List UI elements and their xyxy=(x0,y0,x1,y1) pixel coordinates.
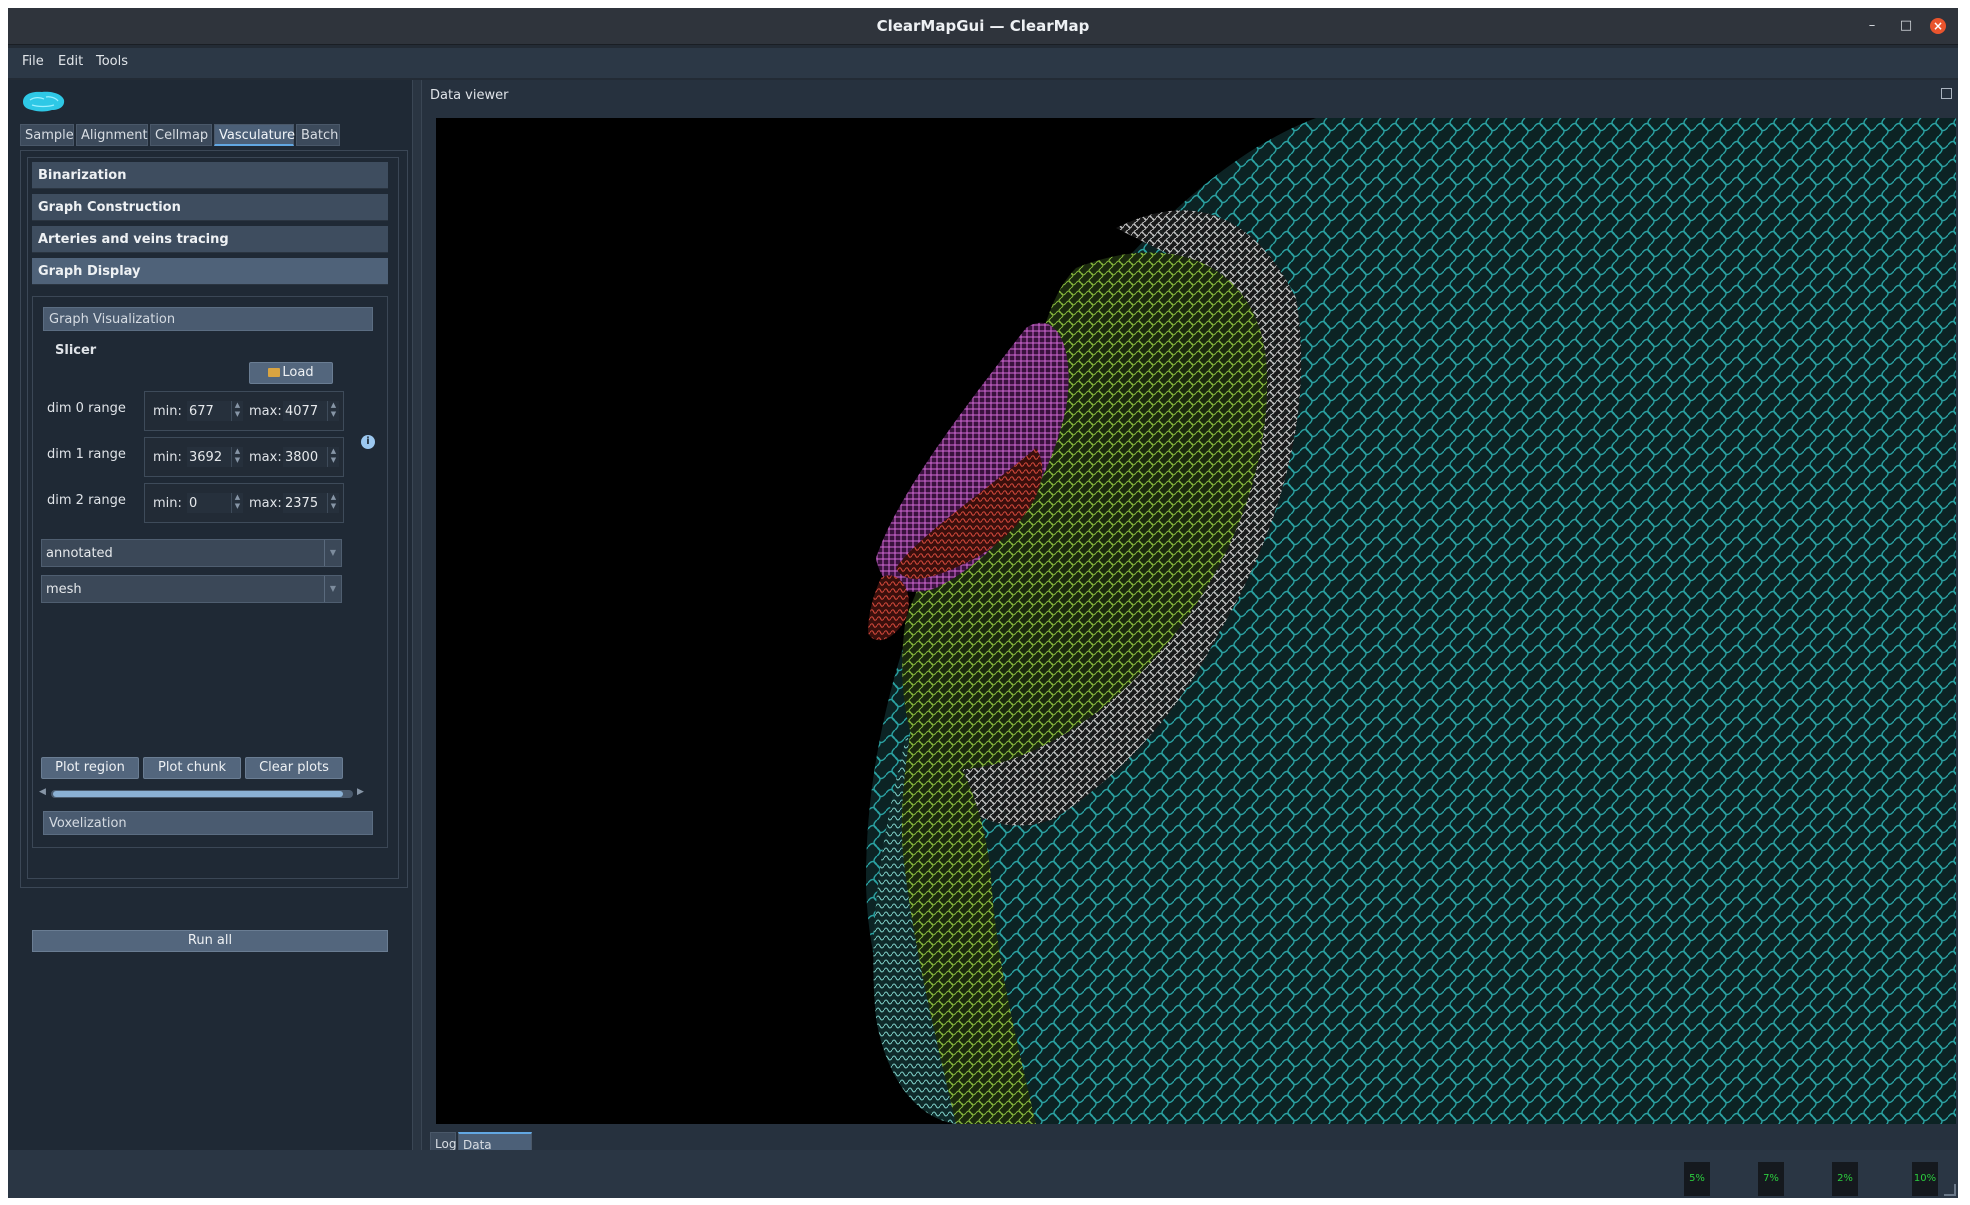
dim1-min-spinbox[interactable]: 3692 ▲ ▼ xyxy=(187,447,243,467)
load-button[interactable]: Load xyxy=(249,362,333,384)
dim2-min-spinbox[interactable]: 0 ▲ ▼ xyxy=(187,493,243,513)
section-graph-display[interactable]: Graph Display xyxy=(32,258,388,285)
red-vessels-small xyxy=(868,575,909,641)
dim2-max-value: 2375 xyxy=(285,496,319,511)
scroll-right-icon[interactable]: ▶ xyxy=(357,787,364,797)
folder-icon xyxy=(268,368,281,377)
dim1-min-value: 3692 xyxy=(189,450,223,465)
status-bar: 5% 7% 2% 10% xyxy=(8,1150,1958,1198)
dim0-range-label: dim 0 range xyxy=(47,401,126,416)
dim0-max-spinbox[interactable]: 4077 ▲ ▼ xyxy=(283,401,339,421)
menu-edit[interactable]: Edit xyxy=(58,54,83,69)
scroll-left-icon[interactable]: ◀ xyxy=(39,787,46,797)
plot-region-button[interactable]: Plot region xyxy=(41,757,139,779)
section-graph-construction[interactable]: Graph Construction xyxy=(32,194,388,221)
dim2-range-box: min: 0 ▲ ▼ max: 2375 ▲ ▼ xyxy=(144,483,344,523)
spin-arrows-icon[interactable]: ▲ ▼ xyxy=(327,447,339,467)
dim2-range-label: dim 2 range xyxy=(47,493,126,508)
voxelization-header[interactable]: Voxelization xyxy=(43,811,373,835)
tab-cellmap[interactable]: Cellmap xyxy=(150,124,212,146)
run-all-button[interactable]: Run all xyxy=(32,930,388,952)
chevron-down-icon[interactable]: ▼ xyxy=(324,576,341,602)
status-meter-3: 2% xyxy=(1832,1162,1858,1196)
spin-arrows-icon[interactable]: ▲ ▼ xyxy=(231,401,243,421)
graph-display-box: Graph Visualization Slicer Load dim 0 ra… xyxy=(32,296,388,848)
dim2-min-value: 0 xyxy=(189,496,198,511)
spin-arrows-icon[interactable]: ▲ ▼ xyxy=(231,447,243,467)
left-panel: Sample Alignment Cellmap Vasculature Bat… xyxy=(8,80,412,1150)
maximize-icon[interactable]: □ xyxy=(1898,18,1914,34)
tab-sample[interactable]: Sample xyxy=(20,124,74,146)
annotation-combo[interactable]: annotated ▼ xyxy=(41,539,342,567)
dim0-range-box: min: 677 ▲ ▼ max: 4077 ▲ ▼ xyxy=(144,391,344,431)
annotation-combo-value: annotated xyxy=(46,546,113,561)
dim2-max-label: max: xyxy=(249,496,282,511)
horizontal-scrollbar[interactable]: ◀ ▶ xyxy=(37,787,367,801)
panel-splitter[interactable] xyxy=(412,80,422,1150)
title-bar: ClearMapGui — ClearMap – □ × xyxy=(8,8,1958,45)
load-button-label: Load xyxy=(282,365,314,380)
dim0-max-value: 4077 xyxy=(285,404,319,419)
resize-grip-icon[interactable] xyxy=(1944,1184,1956,1196)
status-meter-1: 5% xyxy=(1684,1162,1710,1196)
app-window: ClearMapGui — ClearMap – □ × File Edit T… xyxy=(8,8,1958,1198)
tab-vasculature[interactable]: Vasculature xyxy=(214,124,295,146)
float-dock-icon[interactable] xyxy=(1941,88,1952,99)
vessel-render xyxy=(866,118,1956,1124)
menu-file[interactable]: File xyxy=(22,54,44,69)
vasculature-panel: Binarization Graph Construction Arteries… xyxy=(20,150,408,888)
dim0-min-label: min: xyxy=(153,404,182,419)
graph-visualization-header[interactable]: Graph Visualization xyxy=(43,307,373,331)
section-binarization[interactable]: Binarization xyxy=(32,162,388,189)
section-arteries-veins-tracing[interactable]: Arteries and veins tracing xyxy=(32,226,388,253)
dim1-range-label: dim 1 range xyxy=(47,447,126,462)
data-viewer-dock: Data viewer xyxy=(422,80,1958,1150)
vasculature-3d-viewer[interactable] xyxy=(436,118,1956,1124)
dim2-min-label: min: xyxy=(153,496,182,511)
data-viewer-title: Data viewer xyxy=(430,88,509,103)
tab-alignment[interactable]: Alignment xyxy=(76,124,148,146)
slicer-label: Slicer xyxy=(55,343,97,358)
info-icon[interactable]: i xyxy=(361,435,375,449)
render-mode-combo-value: mesh xyxy=(46,582,82,597)
dim2-max-spinbox[interactable]: 2375 ▲ ▼ xyxy=(283,493,339,513)
spin-arrows-icon[interactable]: ▲ ▼ xyxy=(231,493,243,513)
dim1-range-box: min: 3692 ▲ ▼ max: 3800 ▲ ▼ xyxy=(144,437,344,477)
scroll-thumb[interactable] xyxy=(53,791,343,797)
dim1-max-spinbox[interactable]: 3800 ▲ ▼ xyxy=(283,447,339,467)
close-icon[interactable]: × xyxy=(1930,18,1946,34)
dim1-max-label: max: xyxy=(249,450,282,465)
vasculature-steps: Binarization Graph Construction Arteries… xyxy=(27,157,399,879)
dim0-max-label: max: xyxy=(249,404,282,419)
status-meter-2: 7% xyxy=(1758,1162,1784,1196)
window-title: ClearMapGui — ClearMap xyxy=(876,17,1090,35)
menu-tools[interactable]: Tools xyxy=(96,54,128,69)
dim1-min-label: min: xyxy=(153,450,182,465)
plot-chunk-button[interactable]: Plot chunk xyxy=(143,757,241,779)
dim0-min-spinbox[interactable]: 677 ▲ ▼ xyxy=(187,401,243,421)
tab-batch[interactable]: Batch xyxy=(296,124,340,146)
clear-plots-button[interactable]: Clear plots xyxy=(245,757,343,779)
dim1-max-value: 3800 xyxy=(285,450,319,465)
menu-bar: File Edit Tools xyxy=(8,48,1958,78)
render-mode-combo[interactable]: mesh ▼ xyxy=(41,575,342,603)
dim0-min-value: 677 xyxy=(189,404,214,419)
chevron-down-icon[interactable]: ▼ xyxy=(324,540,341,566)
spin-arrows-icon[interactable]: ▲ ▼ xyxy=(327,493,339,513)
status-meter-4: 10% xyxy=(1912,1162,1938,1196)
minimize-icon[interactable]: – xyxy=(1864,18,1880,34)
spin-arrows-icon[interactable]: ▲ ▼ xyxy=(327,401,339,421)
clearmap-logo-icon xyxy=(23,91,65,112)
